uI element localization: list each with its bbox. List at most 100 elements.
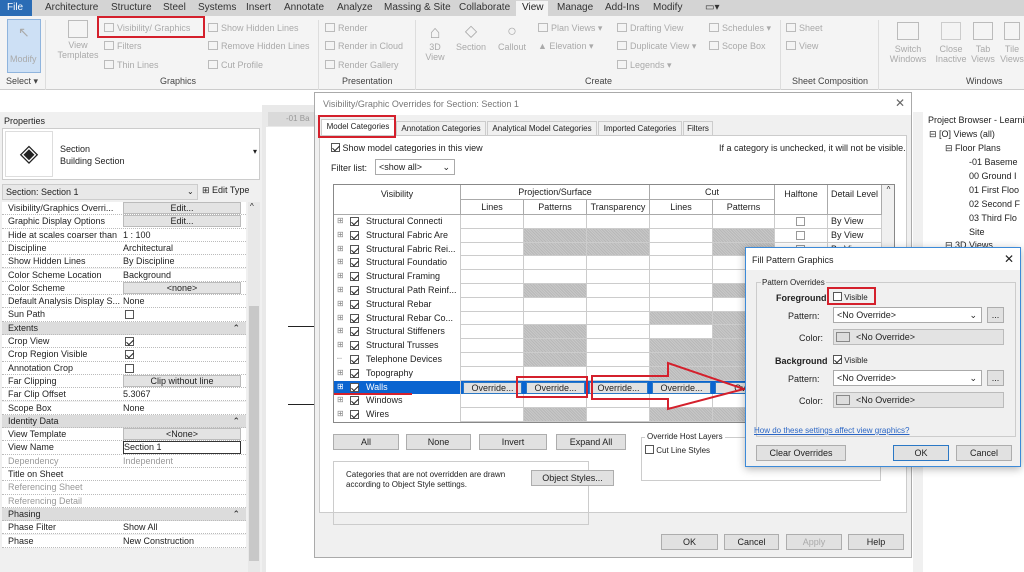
invert-button[interactable]: Invert — [479, 434, 547, 450]
apply-button[interactable]: Apply — [786, 534, 842, 550]
override-cell[interactable] — [587, 297, 650, 312]
tree-item-views-all[interactable]: ⊟ [O] Views (all) — [929, 129, 995, 140]
expand-icon[interactable]: ⊞ — [337, 244, 344, 253]
background-color-button[interactable]: <No Override> — [833, 392, 1004, 408]
tree-item-plan[interactable]: 03 Third Flo — [969, 213, 1017, 223]
category-visibility-checkbox[interactable] — [350, 244, 359, 254]
cancel-button[interactable]: Cancel — [956, 445, 1012, 461]
property-value[interactable]: Show All — [123, 522, 241, 532]
tab-structure[interactable]: Structure — [111, 2, 152, 13]
ribbon-options-icon[interactable]: ▭▾ — [705, 2, 719, 13]
property-value[interactable]: New Construction — [123, 536, 241, 546]
3d-view-button[interactable]: ⌂ 3D View — [420, 22, 450, 62]
override-cell[interactable] — [587, 311, 650, 326]
override-cell[interactable] — [587, 256, 650, 271]
category-visibility-checkbox[interactable] — [350, 313, 359, 323]
expand-icon[interactable]: ⊞ — [337, 326, 344, 335]
filters-button[interactable]: Filters — [104, 41, 142, 51]
none-button[interactable]: None — [406, 434, 471, 450]
modify-button[interactable]: ↖ Modify — [7, 19, 41, 73]
show-hidden-lines-button[interactable]: Show Hidden Lines — [208, 23, 299, 33]
close-icon[interactable]: ✕ — [895, 96, 905, 110]
override-cell[interactable] — [713, 215, 775, 229]
override-cell[interactable] — [587, 284, 650, 298]
override-cell[interactable] — [650, 284, 713, 298]
tab-steel[interactable]: Steel — [163, 2, 186, 13]
collapse-chevron-icon[interactable]: ⌃ — [232, 509, 240, 520]
tab-annotate[interactable]: Annotate — [284, 2, 324, 13]
background-pattern-dropdown[interactable]: <No Override> ⌄ — [833, 370, 982, 386]
property-value[interactable]: None — [123, 296, 241, 306]
tab-analyze[interactable]: Analyze — [337, 2, 373, 13]
category-visibility-checkbox[interactable] — [350, 396, 359, 406]
render-in-cloud-button[interactable]: Render in Cloud — [325, 41, 403, 51]
view-tab[interactable]: -01 Ba — [268, 112, 320, 126]
collapse-chevron-icon[interactable]: ⌃ — [232, 416, 240, 427]
property-group-header[interactable]: Extents ⌃ — [2, 321, 246, 335]
property-value-button[interactable]: <none> — [123, 281, 241, 294]
cut-profile-button[interactable]: Cut Profile — [208, 60, 263, 70]
override-cell[interactable] — [461, 339, 524, 353]
checkbox[interactable] — [331, 143, 340, 152]
scope-box-button[interactable]: Scope Box — [709, 41, 766, 51]
tab-insert[interactable]: Insert — [246, 2, 271, 13]
override-cell[interactable] — [524, 311, 587, 326]
legends-button[interactable]: Legends ▾ — [617, 60, 672, 71]
ok-button[interactable]: OK — [893, 445, 949, 461]
override-cell[interactable] — [461, 256, 524, 271]
override-cell[interactable] — [524, 270, 587, 284]
property-value-button[interactable]: Edit... — [123, 215, 241, 228]
property-value[interactable]: None — [123, 403, 241, 413]
tab-collaborate[interactable]: Collaborate — [459, 2, 510, 13]
category-visibility-checkbox[interactable] — [350, 286, 359, 295]
category-visibility-checkbox[interactable] — [350, 272, 359, 282]
override-cell[interactable] — [524, 215, 587, 229]
override-cell[interactable] — [461, 297, 524, 312]
expand-icon[interactable]: ⊞ — [337, 230, 344, 239]
thin-lines-button[interactable]: Thin Lines — [104, 60, 159, 70]
override-cell[interactable] — [650, 215, 713, 229]
schedules-button[interactable]: Schedules ▾ — [709, 23, 771, 34]
callout-button[interactable]: ○ Callout — [494, 22, 530, 52]
override-cell[interactable] — [461, 325, 524, 340]
ok-button[interactable]: OK — [661, 534, 718, 550]
override-cell[interactable] — [461, 284, 524, 298]
foreground-color-button[interactable]: <No Override> — [833, 329, 1004, 345]
help-link[interactable]: How do these settings affect view graphi… — [754, 426, 910, 435]
override-cell[interactable] — [650, 228, 713, 243]
override-cell[interactable] — [587, 270, 650, 284]
expand-icon[interactable]: ⊞ — [337, 382, 344, 391]
category-visibility-checkbox[interactable] — [350, 355, 359, 364]
property-value[interactable]: Background — [123, 270, 241, 280]
override-cell[interactable] — [461, 228, 524, 243]
property-group-header[interactable]: Identity Data ⌃ — [2, 414, 246, 429]
override-cell[interactable] — [461, 408, 524, 422]
category-visibility-checkbox[interactable] — [350, 368, 359, 378]
checkbox[interactable] — [833, 355, 842, 364]
property-value-button[interactable]: Clip without line — [123, 374, 241, 387]
object-styles-button[interactable]: Object Styles... — [531, 470, 614, 486]
category-row[interactable]: ⊞ Structural Connecti By View — [334, 215, 882, 229]
property-value[interactable]: By Discipline — [123, 256, 241, 266]
tile-views-button[interactable]: Tile Views — [998, 22, 1024, 64]
category-visibility-checkbox[interactable] — [350, 410, 359, 420]
tab-add-ins[interactable]: Add-Ins — [605, 2, 639, 13]
switch-windows-button[interactable]: Switch Windows — [886, 22, 930, 64]
halftone-checkbox[interactable] — [796, 230, 805, 240]
foreground-pattern-browse-button[interactable]: ... — [987, 307, 1004, 323]
foreground-pattern-dropdown[interactable]: <No Override> ⌄ — [833, 307, 982, 323]
filter-list-dropdown[interactable]: <show all> ⌄ — [375, 159, 455, 175]
override-cell[interactable] — [461, 215, 524, 229]
category-visibility-checkbox[interactable] — [350, 299, 359, 309]
all-button[interactable]: All — [333, 434, 399, 450]
expand-icon[interactable]: ⊞ — [337, 395, 344, 404]
tab-view[interactable]: View — [516, 1, 548, 17]
category-visibility-checkbox[interactable] — [350, 327, 359, 337]
expand-icon[interactable]: ⊞ — [337, 409, 344, 418]
properties-scrollbar[interactable]: ^ — [248, 202, 260, 572]
help-button[interactable]: Help — [848, 534, 904, 550]
background-visible-checkbox[interactable]: Visible — [833, 355, 868, 365]
render-gallery-button[interactable]: Render Gallery — [325, 60, 399, 70]
tab-file[interactable]: File — [0, 0, 32, 16]
expand-icon[interactable]: ⊞ — [337, 285, 344, 294]
